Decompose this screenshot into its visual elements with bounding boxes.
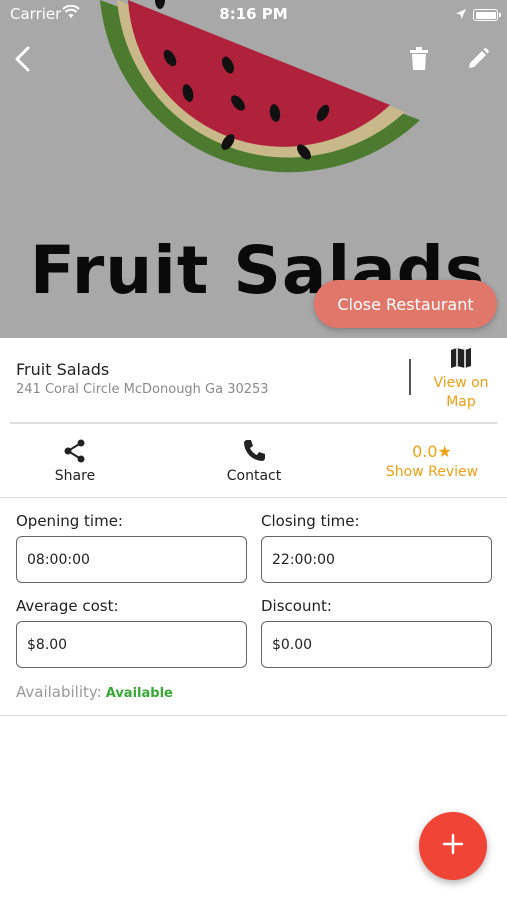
show-review-button[interactable]: 0.0★ Show Review xyxy=(376,442,488,480)
closing-time-label: Closing time: xyxy=(261,512,360,530)
pencil-icon xyxy=(466,47,490,75)
opening-time-field[interactable]: 08:00:00 xyxy=(16,536,247,583)
back-arrow-icon xyxy=(13,46,33,76)
review-rating: 0.0★ xyxy=(376,442,488,461)
opening-time-label: Opening time: xyxy=(16,512,123,530)
status-bar: Carrier 8:16 PM xyxy=(0,0,507,28)
star-icon: ★ xyxy=(437,442,452,461)
battery-icon xyxy=(473,9,501,21)
add-button[interactable] xyxy=(419,812,487,880)
edit-button[interactable] xyxy=(461,44,495,78)
share-icon xyxy=(40,438,110,464)
trash-icon xyxy=(409,47,429,75)
phone-icon xyxy=(214,438,294,464)
view-on-map-button[interactable]: View on Map xyxy=(418,346,504,412)
average-cost-label: Average cost: xyxy=(16,597,119,615)
view-on-map-label-line1: View on xyxy=(433,375,489,391)
restaurant-address: 241 Coral Circle McDonough Ga 30253 xyxy=(16,382,269,397)
discount-field[interactable]: $0.00 xyxy=(261,621,492,668)
share-label: Share xyxy=(54,468,96,484)
status-indicators xyxy=(455,6,501,24)
location-arrow-icon xyxy=(455,6,467,24)
divider xyxy=(0,497,507,498)
restaurant-name: Fruit Salads xyxy=(16,360,110,379)
closing-time-field[interactable]: 22:00:00 xyxy=(261,536,492,583)
map-icon xyxy=(418,346,504,370)
vertical-divider xyxy=(409,359,411,395)
average-cost-field[interactable]: $8.00 xyxy=(16,621,247,668)
availability-label: Availability: xyxy=(16,683,102,701)
share-button[interactable]: Share xyxy=(40,438,110,484)
contact-label: Contact xyxy=(226,468,282,484)
review-score: 0.0 xyxy=(412,442,438,461)
close-restaurant-button[interactable]: Close Restaurant xyxy=(314,280,497,328)
view-on-map-label-line2: Map xyxy=(446,394,476,410)
availability-row: Availability: Available xyxy=(16,683,173,701)
delete-button[interactable] xyxy=(402,44,436,78)
status-time: 8:16 PM xyxy=(219,5,288,23)
restaurant-info: Fruit Salads 241 Coral Circle McDonough … xyxy=(0,338,507,424)
action-bar: Share Contact 0.0★ Show Review xyxy=(0,424,507,498)
contact-button[interactable]: Contact xyxy=(214,438,294,484)
show-review-label: Show Review xyxy=(385,464,479,480)
divider xyxy=(0,715,507,716)
back-button[interactable] xyxy=(6,44,40,78)
plus-icon xyxy=(442,833,464,859)
discount-label: Discount: xyxy=(261,597,332,615)
availability-status: Available xyxy=(105,686,173,701)
